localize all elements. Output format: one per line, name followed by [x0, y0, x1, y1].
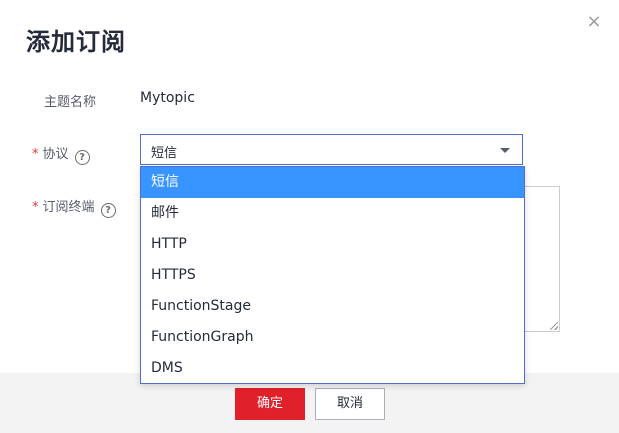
confirm-button[interactable]: 确定: [235, 388, 305, 420]
dialog-title: 添加订阅: [26, 28, 126, 56]
add-subscription-dialog: 添加订阅 × 主题名称 Mytopic * 协议? 短信 * 订阅终端? 确定 取消…: [0, 0, 619, 433]
required-mark: *: [32, 147, 39, 162]
caret-down-icon[interactable]: [500, 148, 510, 153]
cancel-button[interactable]: 取消: [315, 388, 385, 420]
resize-handle-icon[interactable]: [550, 322, 558, 330]
protocol-label-row: * 协议?: [32, 143, 90, 165]
close-icon[interactable]: ×: [585, 12, 603, 32]
dropdown-option[interactable]: HTTPS: [141, 260, 524, 291]
dropdown-option[interactable]: FunctionGraph: [141, 322, 524, 353]
dropdown-option[interactable]: DMS: [141, 353, 524, 384]
endpoint-label-row: * 订阅终端?: [32, 196, 116, 218]
protocol-select[interactable]: 短信: [140, 134, 523, 165]
dropdown-option[interactable]: 短信: [141, 167, 524, 198]
dropdown-option[interactable]: 邮件: [141, 198, 524, 229]
dropdown-option[interactable]: HTTP: [141, 229, 524, 260]
topic-name-value: Mytopic: [140, 90, 195, 106]
topic-name-label: 主题名称: [44, 95, 97, 110]
question-circle-icon[interactable]: ?: [74, 150, 90, 165]
endpoint-label: 订阅终端: [42, 200, 95, 215]
dropdown-option[interactable]: FunctionStage: [141, 291, 524, 322]
protocol-label: 协议: [42, 147, 69, 162]
required-mark: *: [32, 200, 39, 215]
protocol-select-value: 短信: [151, 146, 178, 161]
protocol-dropdown-menu: 短信 邮件 HTTP HTTPS FunctionStage FunctionG…: [140, 166, 525, 384]
question-circle-icon[interactable]: ?: [100, 203, 116, 218]
